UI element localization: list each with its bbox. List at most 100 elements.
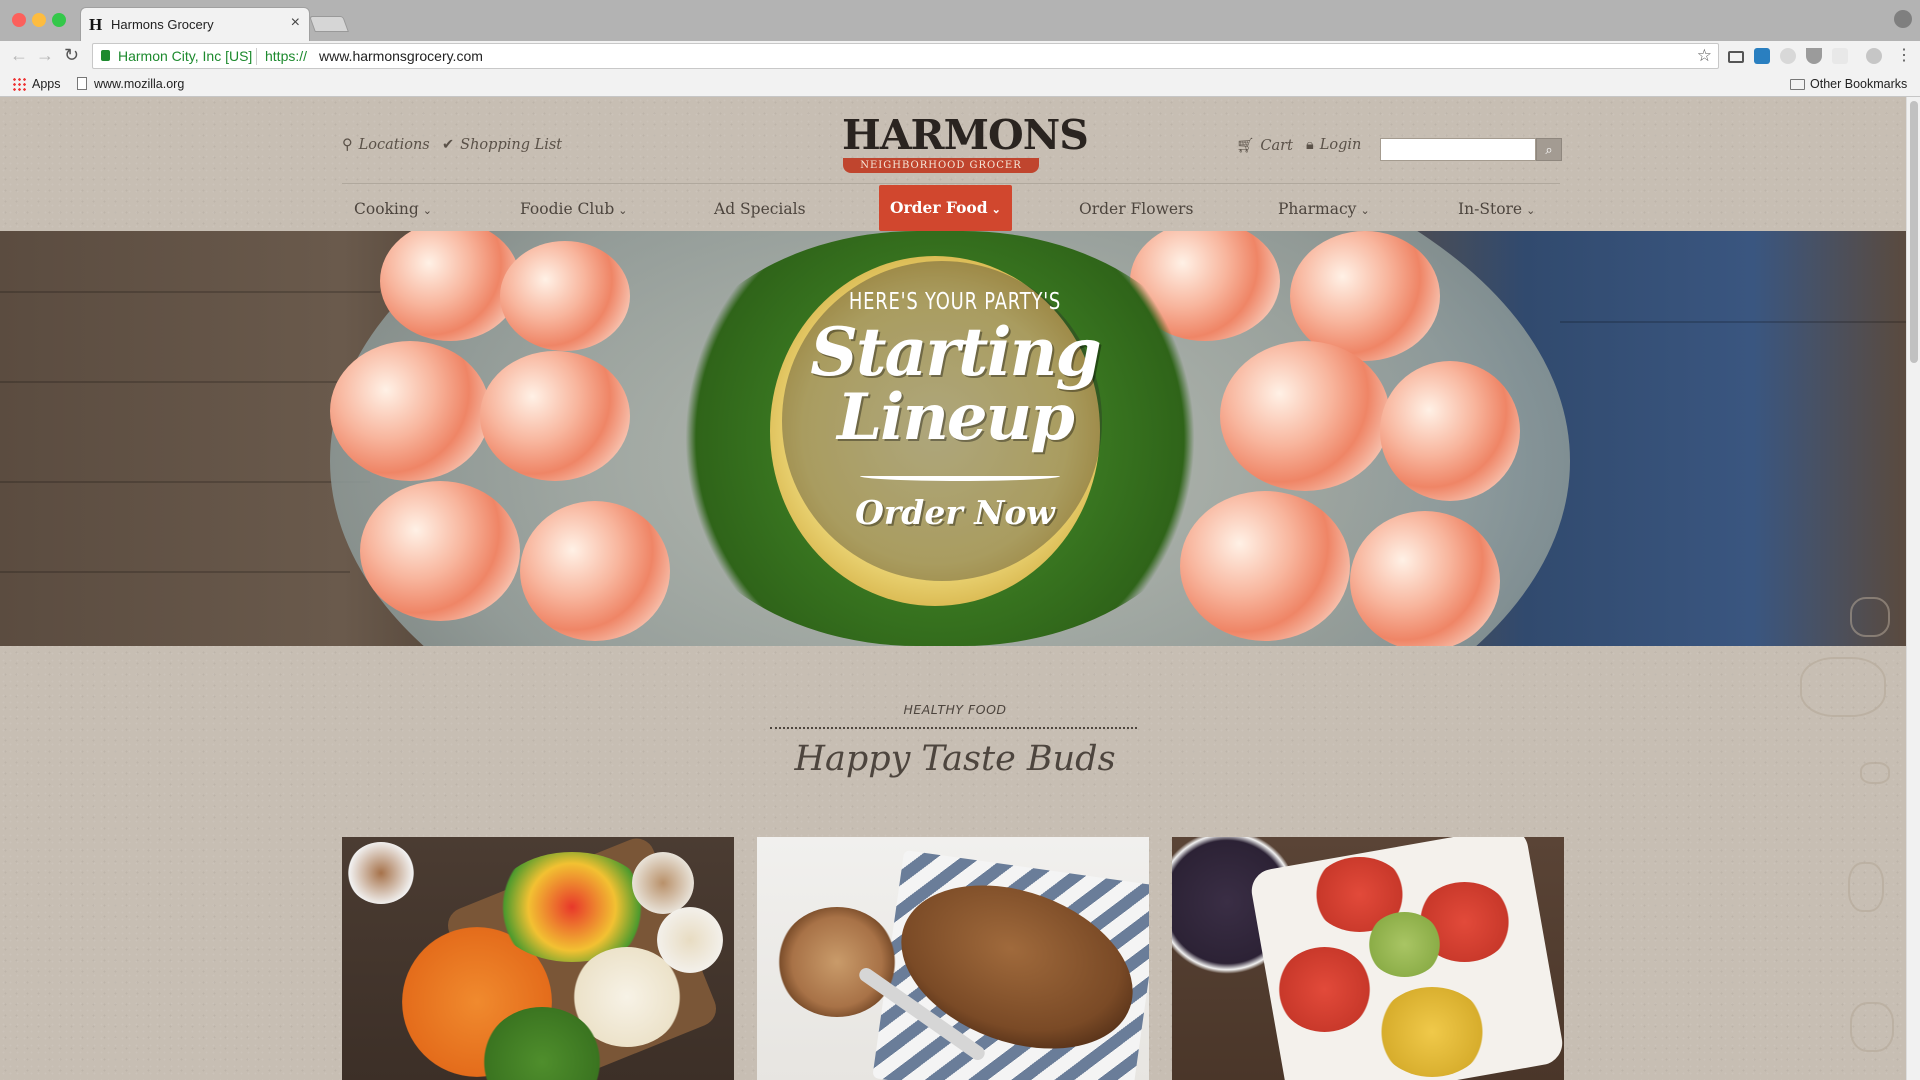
nav-label: Foodie Club xyxy=(520,200,615,218)
new-tab-button[interactable] xyxy=(309,16,349,32)
reload-icon[interactable]: ↻ xyxy=(64,45,79,66)
bookmark-apps[interactable]: Apps xyxy=(32,77,61,91)
menu-icon[interactable]: ⋮ xyxy=(1896,45,1912,65)
mango-salsa-image xyxy=(1377,987,1487,1077)
other-bookmarks[interactable]: Other Bookmarks xyxy=(1810,77,1907,91)
page-scrollbar[interactable] xyxy=(1906,97,1920,1080)
logo-wordmark: HARMONS xyxy=(842,111,1089,159)
search-button[interactable]: ⌕ xyxy=(1536,138,1562,161)
wood-grain xyxy=(0,571,350,573)
chevron-down-icon: ⌄ xyxy=(422,204,432,217)
nav-label: In-Store xyxy=(1458,200,1523,218)
login-link[interactable]: 🔒︎ Login xyxy=(1306,137,1361,153)
logo-tagline: NEIGHBORHOOD GROCER xyxy=(843,158,1039,173)
hero-kicker: HERE'S YOUR PARTY'S xyxy=(848,289,1062,315)
lock-icon: 🔒︎ xyxy=(1306,137,1314,153)
cart-label: Cart xyxy=(1260,138,1293,154)
locations-label: Locations xyxy=(358,137,430,153)
browser-tab-strip: H Harmons Grocery × xyxy=(0,0,1920,41)
salsa-platter-card[interactable] xyxy=(1172,837,1564,1080)
cow-doodle xyxy=(1800,657,1886,717)
guacamole-image xyxy=(1367,912,1442,977)
bookmark-mozilla[interactable]: www.mozilla.org xyxy=(94,77,184,91)
shrimp-image xyxy=(480,351,630,481)
chevron-down-icon: ⌄ xyxy=(1526,204,1536,217)
profile-icon[interactable] xyxy=(1894,10,1912,28)
section-title: Happy Taste Buds xyxy=(794,739,1116,779)
apps-icon[interactable] xyxy=(12,77,26,91)
map-pin-icon: ⚲ xyxy=(342,137,353,153)
cart-link[interactable]: 🛒︎ Cart xyxy=(1236,137,1293,154)
nav-foodie-club[interactable]: Foodie Club ⌄ xyxy=(520,187,628,231)
zoom-window-button[interactable] xyxy=(52,13,66,27)
extension-icon[interactable] xyxy=(1754,48,1770,64)
star-icon[interactable]: ☆ xyxy=(1697,46,1712,66)
dip-bowl xyxy=(657,907,723,973)
hero-swash xyxy=(860,471,1060,481)
chevron-down-icon: ⌄ xyxy=(1360,204,1370,217)
login-label: Login xyxy=(1319,137,1362,153)
search-input[interactable] xyxy=(1380,138,1536,161)
nav-order-flowers[interactable]: Order Flowers xyxy=(1079,187,1193,231)
veggie-tray-card[interactable] xyxy=(342,837,734,1080)
tab-favicon-icon: H xyxy=(89,15,103,34)
wood-grain xyxy=(0,291,380,293)
nav-order-food[interactable]: Order Food ⌄ xyxy=(879,185,1012,231)
nav-label: Ad Specials xyxy=(714,200,806,218)
cast-icon[interactable] xyxy=(1728,51,1744,63)
url-scheme: https:// xyxy=(265,48,308,64)
shrimp-image xyxy=(1350,511,1500,646)
shrimp-image xyxy=(1380,361,1520,501)
shrimp-image xyxy=(360,481,520,621)
kettle-doodle xyxy=(1848,862,1884,912)
extension-icon[interactable] xyxy=(1832,48,1848,64)
veggie-doodle xyxy=(1860,762,1890,784)
almond-bowl xyxy=(347,842,415,904)
order-now-link[interactable]: Order Now xyxy=(760,493,1150,532)
shopping-list-label: Shopping List xyxy=(460,137,563,153)
shrimp-image xyxy=(500,241,630,351)
hero-banner[interactable]: HERE'S YOUR PARTY'S Starting Lineup Orde… xyxy=(0,231,1906,646)
wood-grain xyxy=(1560,321,1906,323)
bread-card[interactable] xyxy=(757,837,1149,1080)
close-window-button[interactable] xyxy=(12,13,26,27)
scrollbar-thumb[interactable] xyxy=(1910,101,1918,363)
forward-icon[interactable]: → xyxy=(36,45,54,66)
extension-icon[interactable] xyxy=(1866,48,1882,64)
shopping-list-link[interactable]: ✔ Shopping List xyxy=(442,137,562,153)
tab-close-icon[interactable]: × xyxy=(291,14,300,32)
dip-bowl xyxy=(632,852,694,914)
nav-cooking[interactable]: Cooking ⌄ xyxy=(354,187,432,231)
grinder-doodle xyxy=(1850,1002,1894,1052)
url-host: www.harmonsgrocery.com xyxy=(319,48,483,64)
harmons-logo[interactable]: HARMONS NEIGHBORHOOD GROCER xyxy=(842,111,1089,173)
site-identity[interactable]: Harmon City, Inc [US] xyxy=(118,48,252,64)
web-page: ⚲ Locations ✔ Shopping List HARMONS NEIGHB… xyxy=(0,97,1906,1080)
shrimp-image xyxy=(520,501,670,641)
hero-title-line2: Lineup xyxy=(837,380,1075,455)
minimize-window-button[interactable] xyxy=(32,13,46,27)
section-divider xyxy=(770,727,1137,729)
browser-tab[interactable]: H Harmons Grocery × xyxy=(80,7,310,41)
page-icon xyxy=(77,77,87,90)
locations-link[interactable]: ⚲ Locations xyxy=(342,137,430,153)
address-bar[interactable]: Harmon City, Inc [US] https:// www.harmo… xyxy=(92,43,1719,69)
extension-icon[interactable] xyxy=(1780,48,1796,64)
hero-title-line1: Starting xyxy=(810,313,1101,391)
bookmarks-bar: Apps www.mozilla.org Other Bookmarks xyxy=(0,71,1920,97)
section-kicker: HEALTHY FOOD xyxy=(903,702,1007,717)
cart-icon: 🛒︎ xyxy=(1236,138,1255,154)
wood-grain xyxy=(0,481,370,483)
bread-slices xyxy=(777,907,897,1017)
nav-label: Cooking xyxy=(354,200,419,218)
divider xyxy=(256,48,257,65)
back-icon[interactable]: ← xyxy=(10,45,28,66)
checkmark-icon: ✔ xyxy=(442,137,455,153)
nav-in-store[interactable]: In-Store ⌄ xyxy=(1458,187,1535,231)
nav-pharmacy[interactable]: Pharmacy ⌄ xyxy=(1278,187,1370,231)
nav-divider xyxy=(342,183,1560,184)
tab-title: Harmons Grocery xyxy=(111,17,214,32)
shield-icon[interactable] xyxy=(1806,48,1822,64)
search-icon: ⌕ xyxy=(1545,142,1553,157)
nav-ad-specials[interactable]: Ad Specials xyxy=(714,187,806,231)
